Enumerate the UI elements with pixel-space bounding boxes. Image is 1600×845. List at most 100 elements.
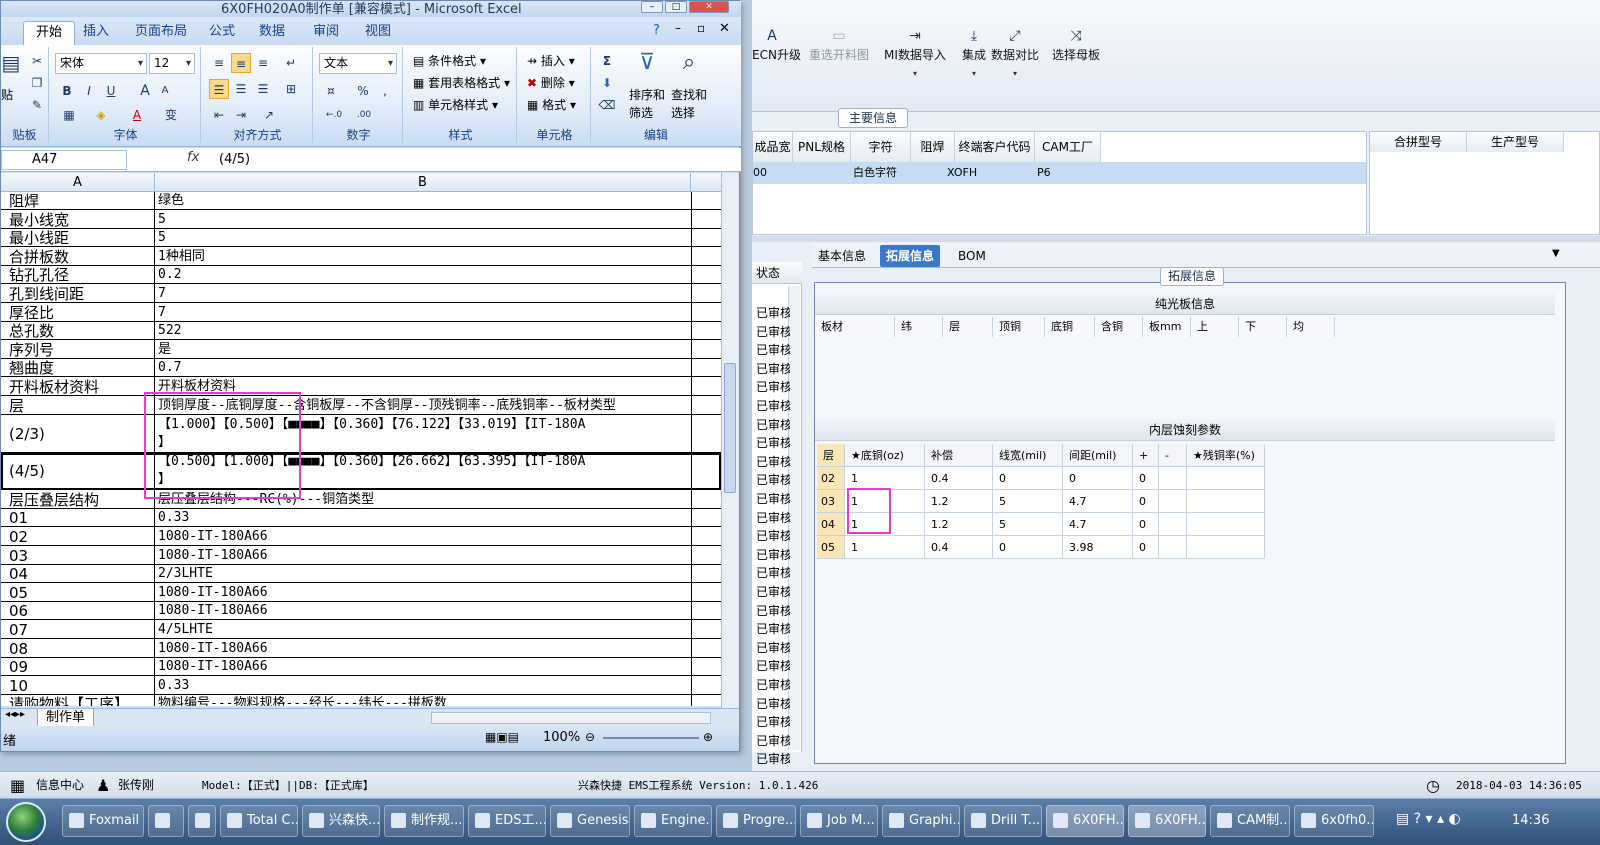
state-item[interactable]: 已审核 [756,471,790,489]
board-column-header[interactable]: 板mm [1143,317,1191,337]
board-column-header[interactable]: 顶铜 [993,317,1045,337]
sort-label[interactable]: 排序和 [629,85,665,105]
zoom-slider[interactable] [603,737,699,739]
cell-b[interactable]: 5 [158,211,166,229]
zoom-level[interactable]: 100% [543,728,580,748]
border-icon[interactable]: ▦ [59,105,79,125]
etch-column-header[interactable]: + [1133,444,1159,467]
fill-color-icon[interactable]: ◈ [91,105,111,125]
state-item[interactable]: 已审核 [756,323,790,341]
table-row[interactable]: 孔到线间距 7 [1,285,721,303]
cell-b[interactable]: 1080-IT-180A66 [158,547,268,565]
find-icon[interactable]: ⌕ [675,52,703,81]
board-info-body[interactable] [815,337,1555,421]
taskbar-item[interactable]: EDS工... [468,805,546,837]
etch-cell[interactable]: 0 [1133,467,1159,490]
ribbon-restore-icon[interactable]: ▫ [697,21,705,35]
worksheet-grid[interactable]: 阻焊 绿色 最小线宽 5 最小线距 5 合拼板数 1种相同 钻孔孔径 0.2 孔到线间距 7 厚径比 7 总… [1,192,721,706]
etch-cell[interactable] [1187,467,1265,490]
align-center-icon[interactable]: ☰ [231,79,251,99]
etch-cell[interactable]: 0 [1133,536,1159,559]
table-row[interactable]: 09 1080-IT-180A66 [1,658,721,677]
etch-cell[interactable]: 0 [1063,467,1133,490]
etch-cell[interactable]: 03 [817,490,845,513]
table-row[interactable]: 00 白色字符 XOFH P6 [753,162,1366,184]
state-item[interactable]: 已审核 [756,378,790,396]
align-top-icon[interactable]: ≡ [209,53,229,73]
minimize-icon[interactable]: – [641,1,663,13]
autosum-button[interactable]: Σ [597,51,617,71]
cell-b[interactable]: 5 [158,229,166,247]
table-row[interactable]: 序列号 是 [1,341,721,359]
state-item[interactable]: 已审核 [756,397,790,415]
cell-b[interactable]: 0.2 [158,266,181,284]
etch-cell[interactable] [1187,513,1265,536]
state-item[interactable]: 已审核 [756,434,790,452]
state-item[interactable]: 已审核 [756,583,790,601]
etch-cell[interactable]: 5 [993,490,1063,513]
delete-cells-button[interactable]: ✖ 删除 ▾ [527,73,575,93]
state-item[interactable]: 已审核 [756,509,790,527]
taskbar-item[interactable]: Total C... [220,805,298,837]
grid-cell[interactable]: 白色字符 [853,162,897,184]
state-item[interactable]: 已审核 [756,602,790,620]
ribbon-tab[interactable]: 审阅 [301,21,351,45]
cell-a[interactable]: 05 [9,584,28,602]
chevron-down-icon[interactable]: ▾ [878,69,952,78]
increase-indent-icon[interactable]: ⇥ [231,105,251,125]
table-row[interactable]: 总孔数 522 [1,322,721,341]
clear-icon[interactable]: ⌫ [597,95,617,115]
toolbar-button[interactable]: ⇥ MI数据导入 ▾ [878,26,952,86]
taskbar-item[interactable]: Progre... [716,805,796,837]
table-row[interactable]: 厚径比 7 [1,304,721,322]
etch-cell[interactable] [1187,536,1265,559]
taskbar-item[interactable] [148,805,184,837]
table-row[interactable]: 02 1080-IT-180A66 [1,528,721,546]
cell-a[interactable]: 最小线宽 [9,211,69,229]
cell-a[interactable]: 总孔数 [9,322,54,340]
etch-column-header[interactable]: ★残铜率(%) [1187,444,1265,467]
etch-cell[interactable]: 0 [993,536,1063,559]
cell-a[interactable]: 03 [9,547,28,565]
cell-a[interactable]: 10 [9,677,28,695]
cell-a[interactable]: 层 [9,397,24,415]
state-item[interactable]: 已审核 [756,546,790,564]
find-label[interactable]: 查找和 [671,85,707,105]
select-label[interactable]: 选择 [671,103,695,123]
panel-splitter[interactable] [752,236,1600,242]
table-row[interactable]: 开料板材资料 开料板材资料 [1,378,721,396]
state-item[interactable]: 已审核 [756,676,790,694]
state-item[interactable]: 已审核 [756,713,790,731]
chevron-down-icon[interactable]: ▼ [1552,248,1560,259]
align-middle-icon[interactable]: ≡ [231,53,251,73]
orientation-icon[interactable]: ↗ [259,105,279,125]
cell-b[interactable]: 1080-IT-180A66 [158,658,268,676]
etch-cell[interactable]: 05 [817,536,845,559]
fill-icon[interactable]: ⬇ [597,73,617,93]
cell-a[interactable]: 最小线距 [9,229,69,247]
state-item[interactable]: 已审核 [756,360,790,378]
table-row[interactable]: 最小线距 5 [1,229,721,248]
cell-b[interactable]: 522 [158,322,181,340]
phonetic-button[interactable]: 变 [161,105,181,125]
state-item[interactable]: 已审核 [756,527,790,545]
grid-column-header[interactable]: 合拼型号 [1370,132,1467,152]
increase-decimal-button[interactable]: ←.0 [321,105,347,125]
cell-a[interactable]: (2/3) [9,416,45,453]
state-item[interactable]: 已审核 [756,490,790,508]
comma-button[interactable]: , [375,81,395,101]
table-row[interactable]: 翘曲度 0.7 [1,359,721,378]
toolbar-button[interactable]: ⤓ 集成 ▾ [962,26,986,86]
sort-filter-icon[interactable]: ⊽ [633,52,661,81]
underline-button[interactable]: U [101,81,121,101]
shrink-font-button[interactable]: A [155,81,175,101]
font-name-select[interactable]: 宋体 [55,53,147,74]
state-item[interactable]: 已审核 [756,695,790,713]
cell-b[interactable]: 0.33 [158,677,189,695]
ribbon-tab[interactable]: 公式 [197,21,247,45]
detail-tab[interactable]: 基本信息 [812,245,872,267]
table-row[interactable]: 03 1080-IT-180A66 [1,547,721,565]
align-left-icon[interactable]: ☰ [209,79,229,99]
format-painter-icon[interactable]: ✎ [27,95,47,115]
format-cells-button[interactable]: ▦ 格式 ▾ [527,95,576,115]
